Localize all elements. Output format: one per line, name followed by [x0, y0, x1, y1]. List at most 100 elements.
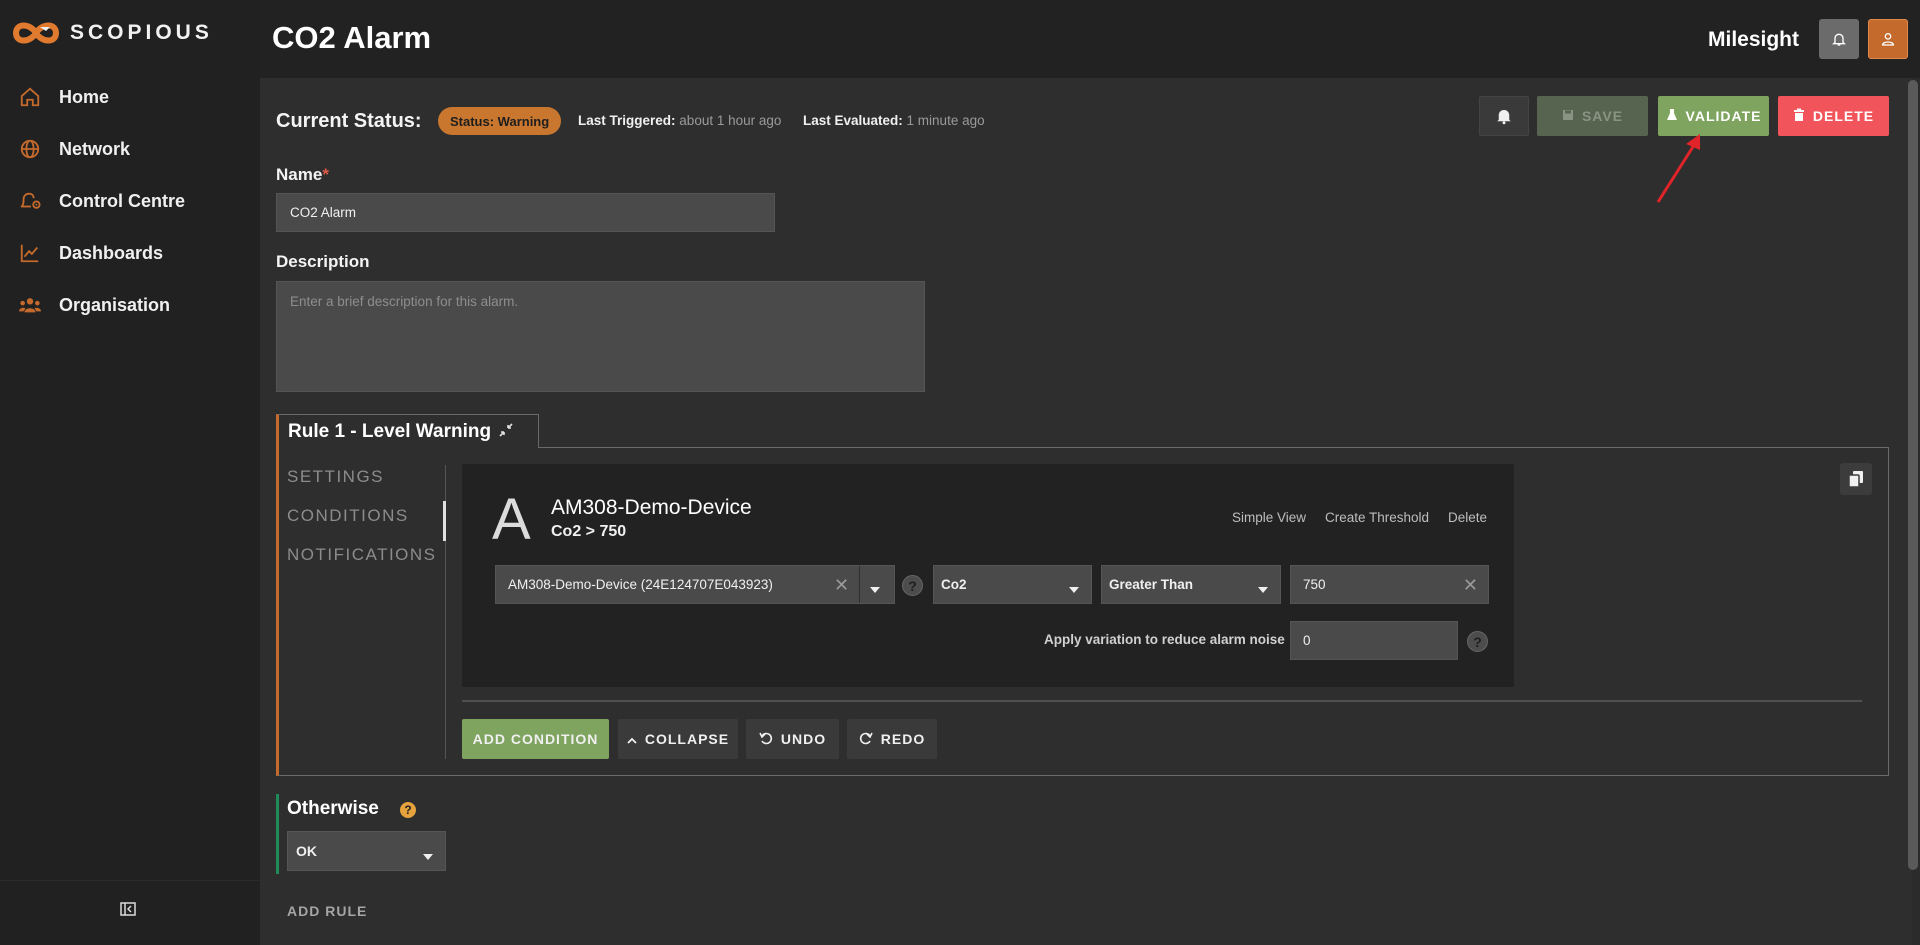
last-triggered-value: about 1 hour ago	[679, 113, 782, 128]
operator-select-value: Greater Than	[1109, 577, 1194, 592]
otherwise-status-select[interactable]: OK	[287, 831, 446, 871]
collapse-arrows-icon[interactable]	[499, 423, 513, 440]
metric-select-value: Co2	[941, 577, 967, 592]
collapse-button[interactable]: COLLAPSE	[618, 719, 738, 759]
home-icon	[17, 84, 43, 110]
sidebar-item-label: Home	[59, 86, 110, 107]
last-evaluated-label: Last Evaluated:	[803, 113, 903, 128]
rule-nav-notifications[interactable]: NOTIFICATIONS	[287, 545, 437, 565]
notifications-button[interactable]	[1819, 19, 1859, 59]
brand-logo[interactable]: SCOPIOUS	[10, 17, 213, 49]
chevron-up-icon	[627, 732, 637, 747]
redo-label: REDO	[880, 731, 926, 747]
collapse-label: COLLAPSE	[644, 731, 730, 747]
last-evaluated: Last Evaluated: 1 minute ago	[803, 113, 985, 128]
redo-icon	[859, 731, 873, 748]
help-icon[interactable]: ?	[400, 802, 416, 818]
otherwise-status-value: OK	[296, 843, 317, 859]
save-button[interactable]: SAVE	[1537, 96, 1648, 136]
sidebar-item-label: Network	[59, 138, 131, 159]
metric-select[interactable]: Co2	[933, 565, 1092, 604]
line-chart-icon	[17, 240, 43, 266]
redo-button[interactable]: REDO	[847, 719, 937, 759]
condition-device-name: AM308-Demo-Device	[551, 496, 752, 519]
alarm-notification-button[interactable]	[1479, 96, 1529, 136]
delete-condition-link[interactable]: Delete	[1448, 510, 1487, 525]
vertical-scrollbar[interactable]	[1908, 80, 1918, 870]
condition-letter: A	[492, 487, 531, 552]
top-bar	[260, 0, 1920, 78]
globe-icon	[17, 136, 43, 162]
rule-nav-active-indicator	[443, 501, 446, 541]
add-condition-button[interactable]: ADD CONDITION	[462, 719, 609, 759]
caret-down-icon	[1258, 581, 1268, 596]
variation-input[interactable]: 0	[1290, 621, 1458, 660]
caret-down-icon	[1069, 581, 1079, 596]
caret-down-icon	[423, 847, 433, 863]
condition-expression: Co2 > 750	[551, 523, 627, 540]
collapse-sidebar-icon[interactable]	[120, 901, 138, 919]
caret-down-icon[interactable]	[870, 581, 880, 596]
user-menu-button[interactable]	[1868, 19, 1908, 59]
bell-icon	[1832, 33, 1846, 46]
annotation-arrow-icon	[1656, 134, 1700, 203]
name-field[interactable]: CO2 Alarm	[276, 193, 775, 232]
sidebar-item-organisation[interactable]: Organisation	[0, 281, 260, 329]
device-select[interactable]: AM308-Demo-Device (24E124707E043923) ✕	[495, 565, 895, 604]
clear-icon[interactable]: ✕	[1463, 575, 1478, 596]
validate-label: VALIDATE	[1685, 108, 1762, 124]
sidebar: SCOPIOUS Home Network Control Centre Das…	[0, 0, 260, 945]
create-threshold-link[interactable]: Create Threshold	[1325, 510, 1429, 525]
clear-icon[interactable]: ✕	[834, 575, 849, 596]
help-icon[interactable]: ?	[1467, 631, 1488, 652]
last-triggered: Last Triggered: about 1 hour ago	[578, 113, 781, 128]
variation-label: Apply variation to reduce alarm noise	[1044, 632, 1285, 647]
sidebar-divider	[0, 880, 260, 881]
brand-name: SCOPIOUS	[70, 21, 213, 44]
last-triggered-label: Last Triggered:	[578, 113, 676, 128]
sidebar-item-dashboards[interactable]: Dashboards	[0, 229, 260, 277]
scopious-logo-icon	[12, 22, 60, 44]
sidebar-item-control-centre[interactable]: Control Centre	[0, 177, 260, 225]
device-select-value: AM308-Demo-Device (24E124707E043923)	[508, 577, 773, 592]
conditions-divider	[462, 700, 1862, 702]
sidebar-item-network[interactable]: Network	[0, 125, 260, 173]
simple-view-link[interactable]: Simple View	[1232, 510, 1306, 525]
delete-button[interactable]: DELETE	[1778, 96, 1889, 136]
flask-icon	[1666, 108, 1678, 125]
rule-nav-settings[interactable]: SETTINGS	[287, 467, 384, 487]
sidebar-item-label: Control Centre	[59, 190, 185, 211]
copy-rule-button[interactable]	[1840, 463, 1872, 495]
undo-button[interactable]: UNDO	[746, 719, 839, 759]
help-icon[interactable]: ?	[902, 575, 923, 596]
current-status-label: Current Status:	[276, 110, 422, 132]
copy-icon	[1848, 471, 1863, 488]
required-mark: *	[322, 165, 329, 184]
page-title: CO2 Alarm	[272, 20, 432, 55]
otherwise-accent-bar	[276, 794, 279, 874]
description-field[interactable]: Enter a brief description for this alarm…	[276, 281, 925, 392]
description-label: Description	[276, 252, 370, 271]
threshold-value-input[interactable]: 750 ✕	[1290, 565, 1489, 604]
undo-label: UNDO	[780, 731, 827, 747]
save-icon	[1562, 108, 1574, 124]
sidebar-item-label: Organisation	[59, 294, 171, 315]
operator-select[interactable]: Greater Than	[1101, 565, 1281, 604]
save-label: SAVE	[1581, 108, 1624, 124]
undo-icon	[759, 731, 773, 748]
rule-nav-conditions[interactable]: CONDITIONS	[287, 506, 409, 526]
sidebar-item-home[interactable]: Home	[0, 73, 260, 121]
bell-icon	[1497, 110, 1511, 125]
status-badge: Status: Warning	[438, 107, 562, 135]
people-icon	[17, 292, 43, 318]
user-icon	[1881, 33, 1895, 46]
sidebar-item-label: Dashboards	[59, 242, 164, 263]
add-rule-button[interactable]: ADD RULE	[287, 903, 367, 919]
rule-title: Rule 1 - Level Warning	[288, 420, 492, 442]
organisation-name[interactable]: Milesight	[1708, 28, 1799, 52]
delete-label: DELETE	[1812, 108, 1875, 124]
last-evaluated-value: 1 minute ago	[906, 113, 985, 128]
rule-tab[interactable]: Rule 1 - Level Warning	[276, 414, 539, 448]
select-separator	[859, 566, 860, 603]
bell-gear-icon	[17, 188, 43, 214]
